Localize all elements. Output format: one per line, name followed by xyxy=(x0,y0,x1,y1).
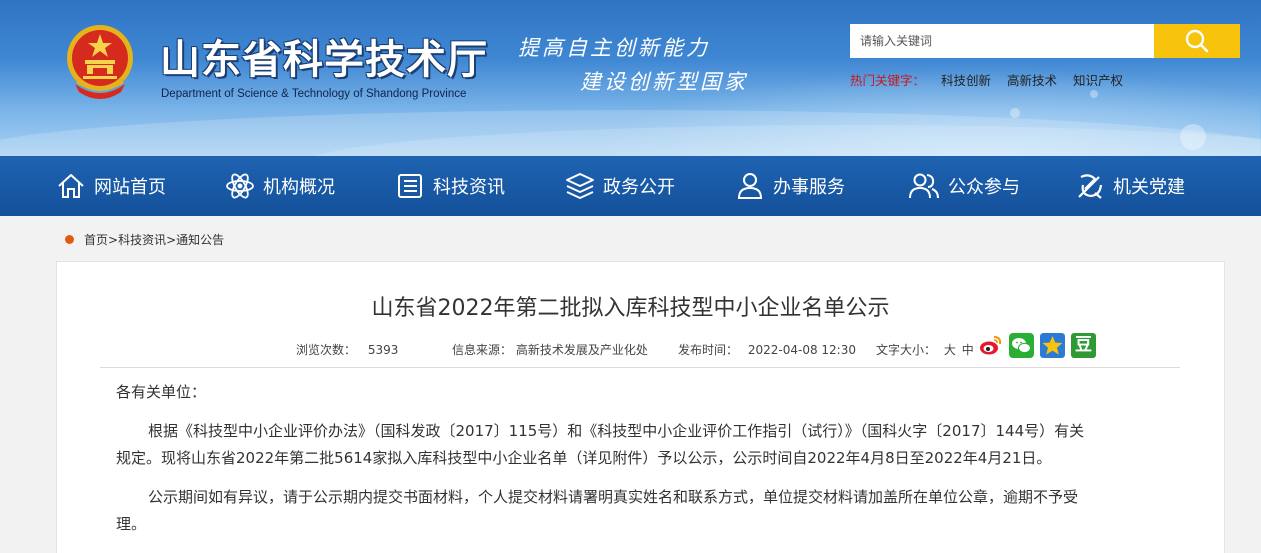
article-title: 山东省2022年第二批拟入库科技型中小企业名单公示 xyxy=(371,296,890,321)
nav-item-label: 机构概况 xyxy=(263,177,335,198)
nav-item-party[interactable]: 机关党建 xyxy=(1075,156,1185,216)
douban-glyph: 豆 xyxy=(1075,335,1092,355)
date-label: 发布时间： xyxy=(678,343,739,357)
site-header: 山东省科学技术厅 Department of Science & Technol… xyxy=(0,0,1261,156)
article-source: 信息来源： 高新技术发展及产业化处 xyxy=(452,341,648,358)
person-icon xyxy=(737,173,763,199)
breadcrumb-dot-icon xyxy=(65,235,74,244)
nav-item-participation[interactable]: 公众参与 xyxy=(908,156,1020,216)
douban-icon[interactable]: 豆 xyxy=(1071,333,1096,358)
atom-icon xyxy=(226,173,254,199)
people-icon xyxy=(909,173,939,199)
nav-item-gov-affairs[interactable]: 政务公开 xyxy=(565,156,675,216)
nav-item-label: 科技资讯 xyxy=(433,177,505,198)
paragraph-2-line-2: 理。 xyxy=(116,515,147,533)
slogan-line-1: 提高自主创新能力 xyxy=(518,36,710,60)
search-icon xyxy=(1185,29,1209,53)
home-icon xyxy=(58,174,84,198)
nav-item-label: 机关党建 xyxy=(1113,177,1185,198)
breadcrumb-link-home[interactable]: 首页 xyxy=(84,231,108,248)
paragraph-1-line-2: 规定。现将山东省2022年第二批5614家拟入库科技型中小企业名单（详见附件）予… xyxy=(116,449,1052,467)
layers-icon xyxy=(566,173,594,199)
hot-keyword-link[interactable]: 知识产权 xyxy=(1073,73,1123,88)
weibo-icon[interactable] xyxy=(978,333,1003,358)
date-value: 2022-04-08 12:30 xyxy=(747,343,856,357)
wechat-icon[interactable] xyxy=(1009,333,1034,358)
breadcrumb-separator: > xyxy=(166,232,177,247)
news-icon xyxy=(398,174,422,198)
source-value: 高新技术发展及产业化处 xyxy=(515,343,648,357)
hot-keyword-link[interactable]: 高新技术 xyxy=(1007,73,1057,88)
article-date: 发布时间： 2022-04-08 12:30 xyxy=(678,341,856,358)
article-salutation: 各有关单位： xyxy=(116,383,207,401)
search-button[interactable] xyxy=(1154,24,1240,58)
fontsize-medium-link[interactable]: 中 xyxy=(962,343,974,357)
paragraph-1-line-1: 根据《科技型中小企业评价办法》（国科发政〔2017〕115号）和《科技型中小企业… xyxy=(148,422,1085,440)
qzone-icon[interactable] xyxy=(1040,333,1065,358)
main-nav: 网站首页 机构概况 科技资讯 政务公开 办事服务 公众参与 机关党建 xyxy=(0,156,1261,216)
nav-item-news[interactable]: 科技资讯 xyxy=(395,156,505,216)
breadcrumb-link-notices[interactable]: 通知公告 xyxy=(176,231,224,248)
hot-keywords: 热门关键字： 科技创新 高新技术 知识产权 xyxy=(850,70,1123,89)
search-input[interactable] xyxy=(850,24,1155,58)
header-bubble xyxy=(1090,90,1098,98)
header-bubble xyxy=(1180,124,1206,150)
nav-item-services[interactable]: 办事服务 xyxy=(735,156,845,216)
site-title-en: Department of Science & Technology of Sh… xyxy=(161,88,467,100)
breadcrumb-link-news[interactable]: 科技资讯 xyxy=(118,231,166,248)
national-emblem-icon xyxy=(67,25,133,99)
nav-item-label: 网站首页 xyxy=(94,177,166,198)
slogan-line-2: 建设创新型国家 xyxy=(580,70,748,94)
article-paragraph-2: 公示期间如有异议，请于公示期内提交书面材料，个人提交材料请署明真实姓名和联系方式… xyxy=(116,484,1166,538)
nav-item-label: 办事服务 xyxy=(773,177,845,198)
fontsize-large-link[interactable]: 大 xyxy=(944,343,956,357)
source-label: 信息来源： xyxy=(452,343,513,357)
fontsize-label: 文字大小： xyxy=(876,343,937,357)
header-bubble xyxy=(1010,108,1020,118)
breadcrumb: 首页 > 科技资讯 > 通知公告 xyxy=(65,231,224,248)
views-label: 浏览次数： xyxy=(296,343,357,357)
views-count: 5393 xyxy=(367,343,399,357)
hot-keyword-link[interactable]: 科技创新 xyxy=(941,73,991,88)
site-title: 山东省科学技术厅 xyxy=(160,36,488,83)
breadcrumb-separator: > xyxy=(108,232,119,247)
article-views: 浏览次数： 5393 xyxy=(296,341,398,358)
article-paragraph-1: 根据《科技型中小企业评价办法》（国科发政〔2017〕115号）和《科技型中小企业… xyxy=(116,418,1166,472)
font-size-control: 文字大小： 大 中 小 xyxy=(876,341,992,358)
hot-keywords-label: 热门关键字： xyxy=(850,73,926,88)
nav-item-label: 政务公开 xyxy=(603,177,675,198)
party-icon xyxy=(1078,174,1103,199)
meta-divider xyxy=(100,367,1180,368)
paragraph-2-line-1: 公示期间如有异议，请于公示期内提交书面材料，个人提交材料请署明真实姓名和联系方式… xyxy=(148,488,1079,506)
nav-item-about[interactable]: 机构概况 xyxy=(225,156,335,216)
nav-item-label: 公众参与 xyxy=(948,177,1020,198)
nav-item-home[interactable]: 网站首页 xyxy=(56,156,166,216)
